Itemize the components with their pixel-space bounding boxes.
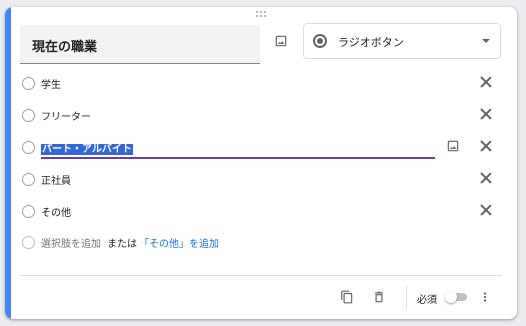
or-text: または — [107, 239, 137, 250]
add-option-row: 選択肢を追加 または 「その他」を追加 — [5, 233, 517, 253]
option-label[interactable]: フリーター — [41, 108, 91, 123]
option-label-input[interactable]: パート・アルバイト — [41, 140, 133, 155]
option-label[interactable]: 学生 — [41, 76, 61, 91]
close-icon[interactable] — [478, 74, 494, 90]
option-row[interactable]: 学生 — [5, 69, 517, 99]
close-icon[interactable] — [478, 170, 494, 186]
image-icon[interactable] — [271, 31, 291, 51]
copy-icon[interactable] — [337, 287, 357, 307]
radio-circle-icon — [22, 205, 35, 218]
drag-handle-icon[interactable] — [256, 11, 268, 19]
radio-circle-icon — [22, 109, 35, 122]
option-label[interactable]: 正社員 — [41, 172, 71, 187]
question-title-field[interactable]: 現在の職業 — [20, 25, 260, 64]
close-icon[interactable] — [478, 138, 494, 154]
required-toggle[interactable] — [445, 291, 469, 303]
focus-underline — [41, 157, 435, 159]
radio-icon — [313, 34, 327, 48]
radio-circle-icon — [22, 173, 35, 186]
more-vert-icon[interactable] — [475, 287, 495, 307]
radio-circle-icon — [22, 236, 35, 249]
option-label[interactable]: その他 — [41, 204, 71, 219]
question-type-dropdown[interactable]: ラジオボタン — [303, 23, 501, 59]
close-icon[interactable] — [478, 106, 494, 122]
image-icon[interactable] — [443, 136, 463, 156]
question-card[interactable]: 現在の職業 ラジオボタン 学生 フリーター パート・アルバイト 正社員 その他 — [5, 7, 517, 319]
option-row[interactable]: フリーター — [5, 101, 517, 131]
option-row[interactable]: 正社員 — [5, 165, 517, 195]
toggle-knob — [445, 291, 457, 303]
add-option-button[interactable]: 選択肢を追加 — [41, 235, 101, 250]
radio-circle-icon — [22, 77, 35, 90]
required-label: 必須 — [417, 295, 437, 306]
option-row[interactable]: その他 — [5, 197, 517, 227]
selected-text: パート・アルバイト — [41, 144, 133, 155]
dropdown-arrow-icon — [482, 39, 490, 43]
option-row[interactable]: パート・アルバイト — [5, 133, 517, 163]
question-title: 現在の職業 — [32, 40, 98, 55]
close-icon[interactable] — [478, 202, 494, 218]
footer-divider — [20, 275, 502, 276]
footer-separator — [406, 286, 407, 308]
active-indicator — [5, 7, 11, 319]
question-type-label: ラジオボタン — [338, 36, 404, 49]
add-other-link[interactable]: 「その他」を追加 — [139, 235, 219, 250]
delete-icon[interactable] — [369, 287, 389, 307]
radio-circle-icon — [22, 141, 35, 154]
